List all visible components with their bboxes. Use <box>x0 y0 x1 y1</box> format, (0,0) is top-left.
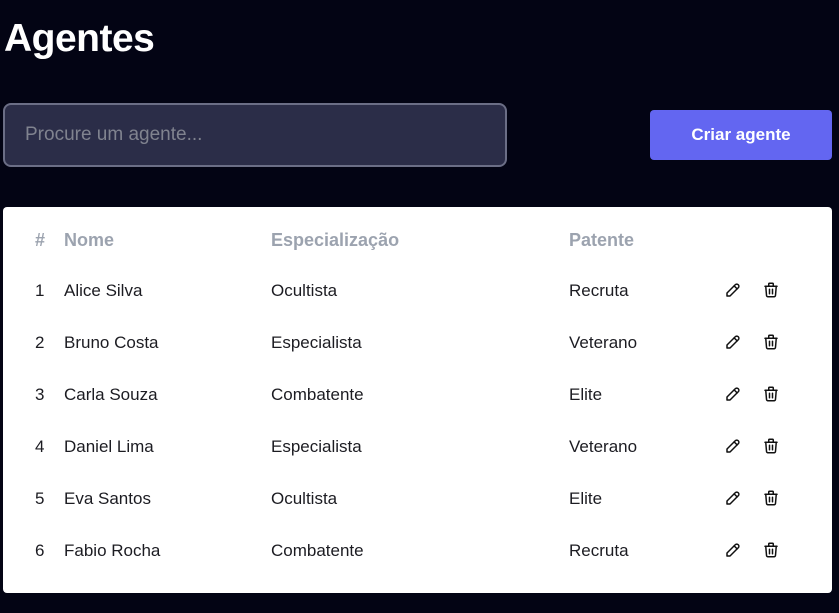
delete-button[interactable] <box>761 488 781 508</box>
pencil-icon <box>726 335 740 349</box>
delete-button[interactable] <box>761 540 781 560</box>
row-num: 4 <box>35 437 45 456</box>
edit-button[interactable] <box>723 540 743 560</box>
trash-icon <box>764 438 778 454</box>
header-specialization: Especialização <box>271 230 400 250</box>
table-row: 2 Bruno Costa Especialista Veterano <box>3 318 832 370</box>
delete-button[interactable] <box>761 384 781 404</box>
row-num: 1 <box>35 281 45 300</box>
edit-button[interactable] <box>723 332 743 352</box>
row-name: Fabio Rocha <box>64 541 161 560</box>
delete-button[interactable] <box>761 332 781 352</box>
row-specialization: Ocultista <box>271 489 338 508</box>
search-input[interactable] <box>3 103 507 167</box>
edit-button[interactable] <box>723 436 743 456</box>
trash-icon <box>764 282 778 298</box>
edit-button[interactable] <box>723 488 743 508</box>
pencil-icon <box>726 387 740 401</box>
edit-button[interactable] <box>723 384 743 404</box>
pencil-icon <box>726 491 740 505</box>
row-name: Bruno Costa <box>64 333 159 352</box>
table-row: 3 Carla Souza Combatente Elite <box>3 370 832 422</box>
trash-icon <box>764 334 778 350</box>
delete-button[interactable] <box>761 436 781 456</box>
pencil-icon <box>726 283 740 297</box>
row-rank: Veterano <box>569 437 638 456</box>
row-rank: Elite <box>569 489 603 508</box>
row-rank: Recruta <box>569 541 629 560</box>
row-num: 5 <box>35 489 45 508</box>
row-specialization: Especialista <box>271 333 362 352</box>
trash-icon <box>764 386 778 402</box>
delete-button[interactable] <box>761 280 781 300</box>
create-agent-button[interactable]: Criar agente <box>650 110 832 160</box>
row-specialization: Ocultista <box>271 281 338 300</box>
table-row: 5 Eva Santos Ocultista Elite <box>3 474 832 526</box>
row-name: Eva Santos <box>64 489 151 508</box>
header-name: Nome <box>64 230 115 250</box>
header-rank: Patente <box>569 230 635 250</box>
page-title: Agentes <box>4 17 155 60</box>
table-row: 1 Alice Silva Ocultista Recruta <box>3 266 832 318</box>
pencil-icon <box>726 543 740 557</box>
agents-table: # Nome Especialização Patente 1 Alice Si… <box>3 207 832 593</box>
row-specialization: Especialista <box>271 437 362 456</box>
table-row: 4 Daniel Lima Especialista Veterano <box>3 422 832 474</box>
table-row: 6 Fabio Rocha Combatente Recruta <box>3 526 832 578</box>
row-rank: Veterano <box>569 333 638 352</box>
header-num: # <box>35 230 46 250</box>
row-name: Alice Silva <box>64 281 143 300</box>
row-num: 3 <box>35 385 45 404</box>
row-name: Daniel Lima <box>64 437 154 456</box>
row-rank: Recruta <box>569 281 629 300</box>
row-rank: Elite <box>569 385 603 404</box>
row-specialization: Combatente <box>271 385 364 404</box>
row-specialization: Combatente <box>271 541 364 560</box>
edit-button[interactable] <box>723 280 743 300</box>
row-name: Carla Souza <box>64 385 158 404</box>
pencil-icon <box>726 439 740 453</box>
row-num: 2 <box>35 333 45 352</box>
row-num: 6 <box>35 541 45 560</box>
trash-icon <box>764 542 778 558</box>
trash-icon <box>764 490 778 506</box>
